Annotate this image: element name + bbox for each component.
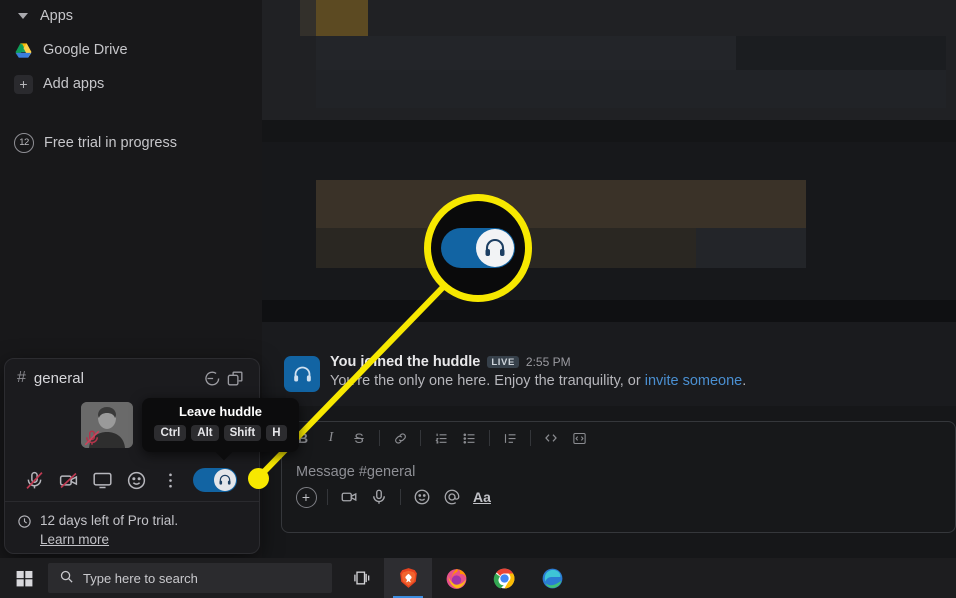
taskbar-app-chrome[interactable] [480, 558, 528, 598]
italic-icon[interactable]: I [318, 425, 344, 451]
mic-muted-icon [83, 429, 101, 447]
divider [489, 430, 490, 446]
invite-someone-link[interactable]: invite someone [645, 373, 743, 389]
taskbar-app-edge[interactable] [528, 558, 576, 598]
bg-tile [316, 180, 806, 228]
divider [530, 430, 531, 446]
message-author: You joined the huddle [330, 354, 481, 370]
avatar[interactable] [81, 402, 133, 448]
headphones-icon [214, 469, 236, 491]
message-composer[interactable]: B I S Message #general + Aa [281, 421, 956, 533]
bulleted-list-icon[interactable] [456, 425, 482, 451]
toggle-track [441, 228, 515, 268]
formatting-icon[interactable]: Aa [468, 484, 496, 510]
sidebar-section-apps[interactable]: Apps [0, 2, 262, 30]
more-options-icon[interactable] [153, 465, 187, 495]
chevron-down-icon [18, 13, 28, 19]
windows-taskbar: Type here to search [0, 558, 956, 598]
sidebar-item-label: Google Drive [43, 42, 128, 58]
clock-icon [17, 514, 32, 534]
huddle-header: # general [5, 359, 259, 397]
huddle-trial-notice: 12 days left of Pro trial. Learn more [5, 501, 259, 547]
code-block-icon[interactable] [566, 425, 592, 451]
strikethrough-icon[interactable]: S [346, 425, 372, 451]
mic-muted-icon[interactable] [17, 465, 51, 495]
search-input[interactable]: Type here to search [48, 563, 332, 593]
divider [420, 430, 421, 446]
bg-tile [316, 0, 368, 36]
headphones-icon [284, 356, 320, 392]
taskbar-app-firefox[interactable] [432, 558, 480, 598]
video-clip-icon[interactable] [335, 484, 363, 510]
learn-more-link[interactable]: Learn more [40, 532, 178, 547]
message-timestamp: 2:55 PM [525, 355, 571, 369]
sidebar-section-label: Apps [40, 8, 74, 24]
composer-actions: + Aa [282, 480, 955, 514]
huddle-system-message: You joined the huddle LIVE 2:55 PM You'r… [278, 352, 956, 404]
shortcut-key: Ctrl [154, 425, 187, 441]
google-drive-icon [14, 41, 33, 60]
shortcut-key: H [266, 425, 287, 441]
blockquote-icon[interactable] [497, 425, 523, 451]
taskbar-app-brave[interactable] [384, 558, 432, 598]
audio-clip-icon[interactable] [365, 484, 393, 510]
leave-huddle-tooltip: Leave huddle Ctrl Alt Shift H [142, 398, 299, 461]
divider [379, 430, 380, 446]
huddle-channel-name: general [33, 369, 84, 387]
message-body: You joined the huddle LIVE 2:55 PM You'r… [330, 354, 746, 389]
sidebar-item-label: Add apps [43, 76, 105, 92]
channel-hash-icon: # [17, 369, 26, 386]
popout-window-icon[interactable] [223, 366, 247, 390]
sidebar-item-label: Free trial in progress [44, 135, 177, 151]
status-badge: LIVE [487, 356, 519, 368]
shortcut-key: Shift [223, 425, 262, 441]
tooltip-shortcut-keys: Ctrl Alt Shift H [154, 425, 287, 441]
plus-icon: + [14, 74, 33, 94]
mention-icon[interactable] [438, 484, 466, 510]
search-icon [59, 569, 74, 587]
reaction-emoji-icon[interactable] [119, 465, 153, 495]
divider [400, 489, 401, 505]
divider [327, 489, 328, 505]
shortcut-key: Alt [191, 425, 219, 441]
message-text-before: You're the only one here. Enjoy the tran… [330, 373, 645, 389]
huddle-controls [5, 459, 259, 501]
message-text-after: . [742, 373, 747, 389]
trial-notice-text: 12 days left of Pro trial. [40, 513, 179, 528]
bg-tile [696, 228, 806, 268]
message-input[interactable]: Message #general [282, 454, 955, 480]
sidebar-item-google-drive[interactable]: Google Drive [0, 36, 262, 64]
tooltip-title: Leave huddle [178, 404, 263, 419]
headphones-icon [476, 229, 514, 267]
sidebar-item-add-apps[interactable]: + Add apps [0, 70, 262, 98]
bg-tile [262, 120, 956, 142]
task-view-icon[interactable] [340, 558, 384, 598]
bg-tile [736, 36, 946, 70]
search-placeholder: Type here to search [83, 570, 198, 586]
ordered-list-icon[interactable] [428, 425, 454, 451]
code-icon[interactable] [538, 425, 564, 451]
bg-tile [300, 0, 316, 36]
callout-pointer-dot [248, 468, 269, 489]
windows-start-icon[interactable] [0, 558, 48, 598]
message-text: You're the only one here. Enjoy the tran… [330, 373, 746, 389]
message-header: You joined the huddle LIVE 2:55 PM [330, 354, 746, 370]
link-icon[interactable] [387, 425, 413, 451]
bg-tile [262, 300, 956, 322]
magnified-toggle-callout [424, 194, 532, 302]
sidebar-item-free-trial[interactable]: 12 Free trial in progress [0, 129, 262, 157]
emoji-icon[interactable] [408, 484, 436, 510]
formatting-toolbar: B I S [282, 422, 955, 454]
screen-share-icon[interactable] [85, 465, 119, 495]
bg-tile [316, 70, 946, 108]
trial-days-badge: 12 [14, 133, 34, 153]
thread-chat-icon[interactable] [199, 366, 223, 390]
leave-huddle-toggle[interactable] [193, 468, 237, 492]
attach-plus-icon[interactable]: + [292, 484, 320, 510]
toggle-track [193, 468, 237, 492]
video-off-icon[interactable] [51, 465, 85, 495]
